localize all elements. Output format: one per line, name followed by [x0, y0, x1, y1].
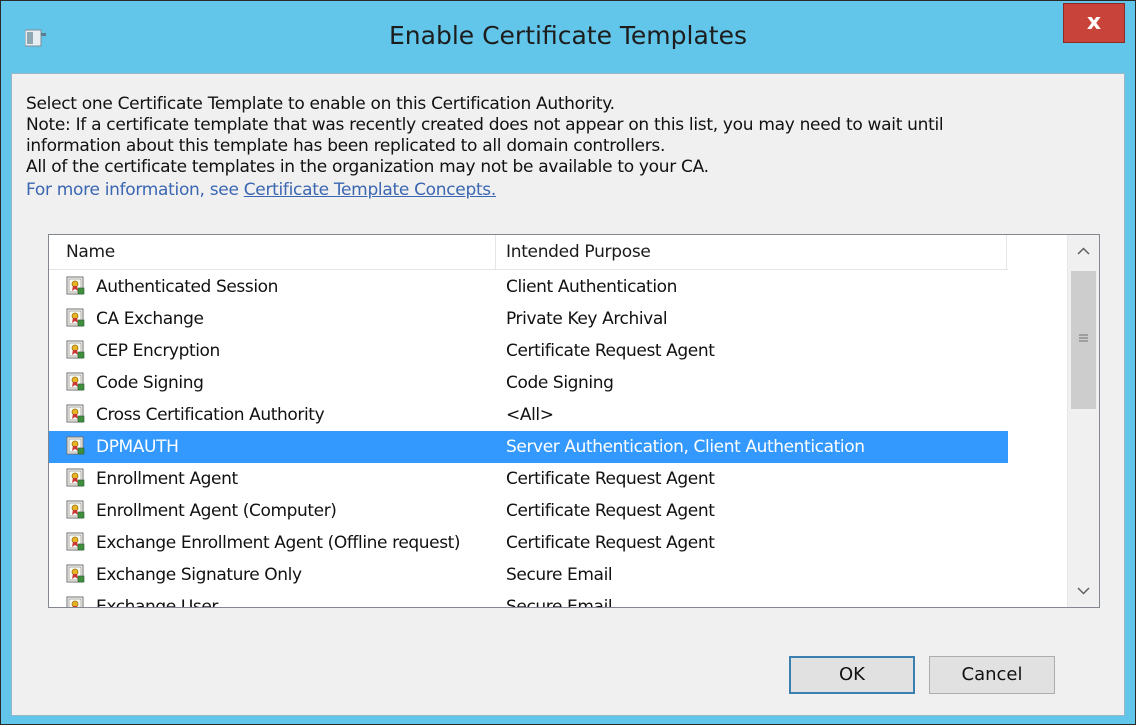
table-row[interactable]: Exchange Enrollment Agent (Offline reque…: [49, 527, 1008, 559]
certificate-template-icon: [66, 404, 85, 423]
scroll-up-icon[interactable]: [1068, 235, 1099, 267]
close-button[interactable]: x: [1063, 3, 1125, 43]
template-purpose: Client Authentication: [506, 277, 678, 297]
certificate-template-icon: [66, 308, 85, 327]
template-purpose: Certificate Request Agent: [506, 501, 715, 521]
list-header: Name Intended Purpose: [49, 235, 1008, 270]
template-name: Exchange Signature Only: [96, 565, 302, 585]
template-name: Enrollment Agent: [96, 469, 238, 489]
template-purpose: Secure Email: [506, 565, 613, 585]
template-name: Enrollment Agent (Computer): [96, 501, 337, 521]
certificate-template-icon: [66, 564, 85, 583]
template-name: Exchange Enrollment Agent (Offline reque…: [96, 533, 461, 553]
table-row[interactable]: Cross Certification Authority <All>: [49, 399, 1008, 431]
template-name: Code Signing: [96, 373, 204, 393]
certificate-template-icon: [66, 372, 85, 391]
template-purpose: Certificate Request Agent: [506, 341, 715, 361]
template-purpose: Server Authentication, Client Authentica…: [506, 437, 865, 457]
table-row[interactable]: Enrollment Agent (Computer) Certificate R…: [49, 495, 1008, 527]
template-purpose: Secure Email: [506, 597, 613, 608]
template-purpose: Private Key Archival: [506, 309, 668, 329]
ok-button[interactable]: OK: [789, 656, 915, 694]
table-row[interactable]: CA Exchange Private Key Archival: [49, 303, 1008, 335]
cancel-button[interactable]: Cancel: [929, 656, 1055, 694]
template-purpose: <All>: [506, 405, 554, 425]
certificate-template-icon: [66, 532, 85, 551]
certificate-template-icon: [66, 276, 85, 295]
certificate-template-icon: [66, 596, 84, 607]
scroll-down-icon[interactable]: [1068, 575, 1099, 607]
table-row[interactable]: Enrollment Agent Certificate Request Agen…: [49, 463, 1008, 495]
window-title: Enable Certificate Templates: [388, 21, 747, 50]
column-header-intended-purpose[interactable]: Intended Purpose: [496, 235, 1007, 269]
more-info-prefix: For more information, see: [26, 180, 239, 200]
info-line: Select one Certificate Template to enabl…: [26, 94, 615, 114]
info-line: All of the certificate templates in the …: [26, 157, 709, 177]
certificate-template-concepts-link[interactable]: Certificate Template Concepts.: [244, 180, 497, 200]
table-row[interactable]: Exchange Signature Only Secure Email: [49, 559, 1008, 591]
dialog-client-area: Select one Certificate Template to enabl…: [11, 73, 1125, 716]
template-name: Exchange User: [96, 597, 219, 608]
table-row[interactable]: DPMAUTH Server Authentication, Client Aut…: [49, 431, 1008, 463]
template-name: Cross Certification Authority: [96, 405, 325, 425]
table-row[interactable]: CEP Encryption Certificate Request Agent: [49, 335, 1008, 367]
info-text: Select one Certificate Template to enabl…: [26, 94, 944, 201]
template-name: Authenticated Session: [96, 277, 279, 297]
template-list[interactable]: Name Intended Purpose Authenticated Sess…: [48, 234, 1100, 608]
info-line: Note: If a certificate template that was…: [26, 115, 944, 135]
table-row[interactable]: Exchange User Secure Email: [49, 591, 1008, 608]
template-purpose: Certificate Request Agent: [506, 469, 715, 489]
certificate-template-icon: [66, 500, 85, 519]
dialog-window: Enable Certificate Templates x Select on…: [0, 0, 1136, 725]
more-info-line: For more information, see Certificate Te…: [26, 180, 943, 201]
table-row[interactable]: Authenticated Session Client Authenticati…: [49, 271, 1008, 303]
scrollbar-thumb[interactable]: [1071, 271, 1096, 409]
title-bar[interactable]: Enable Certificate Templates x: [1, 1, 1135, 73]
certificate-template-icon: [66, 436, 85, 455]
template-purpose: Code Signing: [506, 373, 614, 393]
grip-icon: [1079, 334, 1088, 342]
template-name: CEP Encryption: [96, 341, 220, 361]
table-row[interactable]: Code Signing Code Signing: [49, 367, 1008, 399]
vertical-scrollbar[interactable]: [1067, 235, 1099, 607]
list-rows: Authenticated Session Client Authenticati…: [49, 271, 1059, 608]
certificate-template-icon: [66, 468, 85, 487]
template-name: CA Exchange: [96, 309, 204, 329]
template-name: DPMAUTH: [96, 437, 179, 457]
template-purpose: Certificate Request Agent: [506, 533, 715, 553]
column-header-name[interactable]: Name: [49, 235, 496, 269]
info-line: information about this template has been…: [26, 136, 666, 156]
certificate-template-icon: [66, 340, 85, 359]
